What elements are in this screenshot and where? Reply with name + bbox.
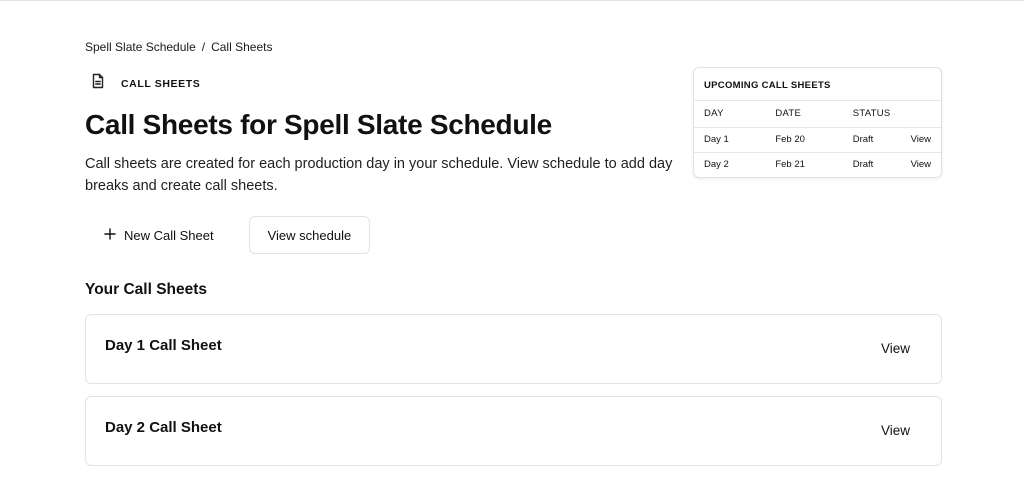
row-view-link[interactable]: View bbox=[900, 127, 941, 153]
row-status: Draft bbox=[852, 159, 874, 170]
page-title: Call Sheets for Spell Slate Schedule bbox=[85, 109, 552, 140]
upcoming-call-sheets-panel: UPCOMING CALL SHEETS DAY DATE STATUS Day… bbox=[693, 67, 942, 178]
new-call-sheet-button[interactable]: New Call Sheet bbox=[85, 216, 233, 254]
view-schedule-button[interactable]: View schedule bbox=[248, 216, 371, 254]
table-row: Day 1 Feb 20 Draft View bbox=[694, 127, 941, 153]
action-bar: New Call Sheet View schedule bbox=[85, 216, 371, 254]
column-header-date: DATE bbox=[765, 101, 843, 128]
row-day: Day 1 bbox=[694, 127, 766, 153]
call-sheet-name: Day 2 Call Sheet bbox=[105, 419, 222, 436]
row-day: Day 2 bbox=[704, 159, 729, 170]
breadcrumb-current: Call Sheets bbox=[211, 40, 273, 54]
row-view-link[interactable]: View bbox=[901, 153, 941, 178]
breadcrumb-parent-link[interactable]: Spell Slate Schedule bbox=[85, 40, 196, 54]
table-row: Day 2 Feb 21 Draft View bbox=[694, 153, 941, 178]
call-sheet-card: Day 2 Call Sheet View bbox=[85, 396, 942, 466]
row-date: Feb 20 bbox=[765, 127, 843, 153]
breadcrumb: Spell Slate Schedule / Call Sheets bbox=[85, 40, 272, 54]
page-description: Call sheets are created for each product… bbox=[85, 156, 673, 194]
call-sheet-view-button[interactable]: View bbox=[881, 341, 910, 356]
your-call-sheets-heading: Your Call Sheets bbox=[85, 281, 208, 298]
upcoming-panel-title: UPCOMING CALL SHEETS bbox=[694, 68, 941, 101]
section-label: CALL SHEETS bbox=[91, 73, 200, 94]
call-sheet-card: Day 1 Call Sheet View bbox=[85, 314, 942, 384]
column-header-action bbox=[900, 101, 941, 128]
breadcrumb-separator: / bbox=[201, 40, 206, 54]
column-header-day: DAY bbox=[694, 101, 766, 128]
call-sheet-view-button[interactable]: View bbox=[881, 423, 910, 438]
call-sheet-name: Day 1 Call Sheet bbox=[105, 337, 222, 354]
row-date: Feb 21 bbox=[775, 159, 805, 170]
column-header-status: STATUS bbox=[842, 101, 901, 128]
section-label-text: CALL SHEETS bbox=[121, 77, 201, 90]
upcoming-table: DAY DATE STATUS Day 1 Feb 20 Draft View … bbox=[694, 101, 941, 177]
plus-icon bbox=[104, 227, 116, 243]
document-icon bbox=[91, 73, 105, 94]
new-call-sheet-label: New Call Sheet bbox=[124, 227, 214, 243]
upcoming-header-row: DAY DATE STATUS bbox=[694, 101, 941, 128]
row-status: Draft bbox=[842, 127, 901, 153]
